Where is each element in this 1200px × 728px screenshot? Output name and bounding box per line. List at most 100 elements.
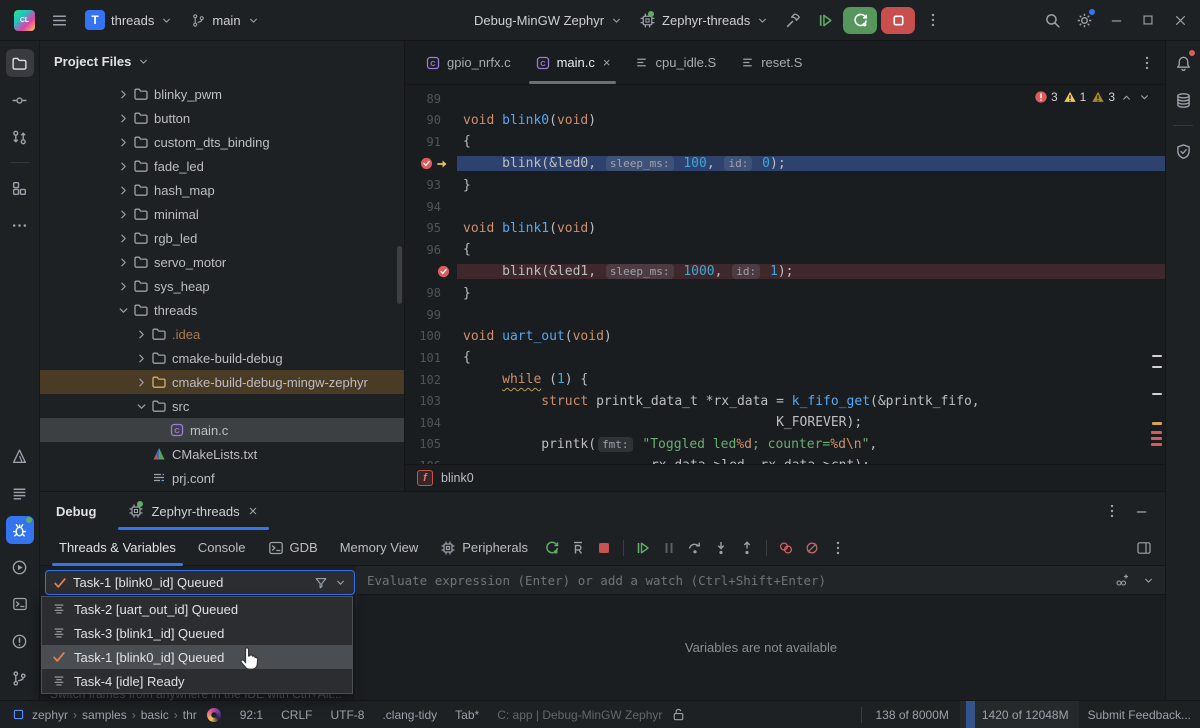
pause-icon[interactable] bbox=[656, 535, 682, 561]
status-breadcrumb-basic[interactable]: basic bbox=[141, 708, 169, 722]
project-panel-header[interactable]: Project Files bbox=[40, 41, 404, 81]
stripe-mark[interactable] bbox=[1152, 393, 1162, 395]
gutter-line-106[interactable]: 106 bbox=[405, 459, 457, 464]
editor-tab-main.c[interactable]: Cmain.c× bbox=[523, 41, 623, 84]
tree-item-sys_heap[interactable]: sys_heap bbox=[40, 274, 404, 298]
tree-item-cmake-build-debug[interactable]: cmake-build-debug bbox=[40, 346, 404, 370]
thread-option-4[interactable]: Task-4 [idle] Ready bbox=[42, 669, 352, 693]
encoding-indicator[interactable]: UTF-8 bbox=[321, 708, 373, 722]
chevron-down-icon[interactable] bbox=[1142, 574, 1155, 587]
chevron-right-icon[interactable] bbox=[114, 87, 132, 102]
tree-item-blinky_pwm[interactable]: blinky_pwm bbox=[40, 82, 404, 106]
thread-option-2[interactable]: Task-3 [blink1_id] Queued bbox=[42, 621, 352, 645]
tree-item-.idea[interactable]: .idea bbox=[40, 322, 404, 346]
gutter-line-104[interactable]: 104 bbox=[405, 416, 457, 430]
editor-tab-cpu_idle.S[interactable]: cpu_idle.S bbox=[622, 41, 728, 84]
inspections-widget[interactable]: 3 1 3 bbox=[1034, 90, 1151, 104]
line-ending-indicator[interactable]: CRLF bbox=[272, 708, 321, 722]
stripe-mark[interactable] bbox=[1151, 431, 1162, 434]
step-over-icon[interactable] bbox=[682, 535, 708, 561]
tree-item-hash_map[interactable]: hash_map bbox=[40, 178, 404, 202]
stop-button[interactable] bbox=[881, 7, 915, 34]
prev-problem-icon[interactable] bbox=[1120, 91, 1133, 104]
tree-item-rgb_led[interactable]: rgb_led bbox=[40, 226, 404, 250]
code-text-100[interactable]: void uart_out(void) bbox=[457, 329, 1165, 344]
resume-program-button[interactable] bbox=[811, 6, 839, 34]
database-icon[interactable] bbox=[1169, 86, 1197, 114]
chevron-right-icon[interactable] bbox=[132, 375, 150, 390]
version-control-icon[interactable] bbox=[6, 123, 34, 151]
project-tree-scrollbar[interactable] bbox=[397, 246, 402, 304]
code-text-98[interactable]: } bbox=[457, 286, 1165, 301]
window-minimize-button[interactable] bbox=[1102, 6, 1130, 34]
thread-option-3[interactable]: Task-1 [blink0_id] Queued bbox=[42, 645, 352, 669]
gutter-line-101[interactable]: 101 bbox=[405, 351, 457, 365]
chevron-down-icon[interactable] bbox=[114, 303, 132, 318]
problems-icon[interactable] bbox=[6, 627, 34, 655]
chevron-right-icon[interactable] bbox=[114, 135, 132, 150]
resolve-context[interactable]: C: app | Debug-MinGW Zephyr bbox=[488, 708, 671, 722]
gutter-line-95[interactable]: 95 bbox=[405, 221, 457, 235]
qodana-icon[interactable] bbox=[1169, 137, 1197, 165]
unlock-icon[interactable] bbox=[671, 707, 686, 722]
close-icon[interactable]: × bbox=[603, 55, 611, 70]
memory-indicator-heap[interactable]: 1420 of 12048M bbox=[960, 701, 1079, 728]
debug-tab-Threads & Variables[interactable]: Threads & Variables bbox=[48, 530, 187, 566]
window-close-button[interactable] bbox=[1166, 6, 1194, 34]
next-problem-icon[interactable] bbox=[1138, 91, 1151, 104]
run-icon[interactable] bbox=[6, 553, 34, 581]
debug-tab-Console[interactable]: Console bbox=[187, 530, 257, 566]
chevron-right-icon[interactable] bbox=[114, 111, 132, 126]
chevron-down-icon[interactable] bbox=[334, 576, 347, 589]
code-editor[interactable]: 8990void blink0(void)91{ blink(&led0, sl… bbox=[405, 85, 1165, 464]
code-text-101[interactable]: { bbox=[457, 350, 1165, 365]
status-breadcrumb-zephyr[interactable]: zephyr bbox=[32, 708, 68, 722]
view-breakpoints-icon[interactable] bbox=[773, 535, 799, 561]
cmake-icon[interactable] bbox=[6, 442, 34, 470]
target-selector[interactable]: Debug-MinGW Zephyr bbox=[468, 9, 629, 32]
gutter-line-92[interactable] bbox=[405, 157, 457, 171]
thread-selector-combo[interactable]: Task-1 [blink0_id] Queued bbox=[45, 570, 355, 595]
gutter-line-94[interactable]: 94 bbox=[405, 200, 457, 214]
chevron-right-icon[interactable] bbox=[114, 207, 132, 222]
chevron-right-icon[interactable] bbox=[114, 159, 132, 174]
tree-item-src[interactable]: src bbox=[40, 394, 404, 418]
resume-icon[interactable] bbox=[630, 535, 656, 561]
step-into-icon[interactable] bbox=[708, 535, 734, 561]
tree-item-button[interactable]: button bbox=[40, 106, 404, 130]
code-text-96[interactable]: { bbox=[457, 242, 1165, 257]
tree-item-servo_motor[interactable]: servo_motor bbox=[40, 250, 404, 274]
code-text-104[interactable]: K_FOREVER); bbox=[457, 415, 1165, 430]
gutter-line-99[interactable]: 99 bbox=[405, 308, 457, 322]
code-text-103[interactable]: struct printk_data_t *rx_data = k_fifo_g… bbox=[457, 394, 1165, 409]
status-breadcrumbs[interactable]: zephyr›samples›basic›thr bbox=[32, 708, 197, 722]
tree-item-fade_led[interactable]: fade_led bbox=[40, 154, 404, 178]
code-text-106[interactable]: rx_data->led, rx_data->cnt); bbox=[457, 458, 1165, 464]
project-widget[interactable]: T threads bbox=[79, 6, 179, 34]
hide-panel-icon[interactable] bbox=[1134, 504, 1149, 519]
notifications-icon[interactable] bbox=[1169, 49, 1197, 77]
code-text-97[interactable]: blink(&led1, sleep_ms: 1000, id: 1); bbox=[457, 264, 1165, 279]
stripe-mark[interactable] bbox=[1152, 366, 1162, 368]
tree-item-threads[interactable]: threads bbox=[40, 298, 404, 322]
terminal-icon[interactable] bbox=[6, 590, 34, 618]
gutter-line-98[interactable]: 98 bbox=[405, 286, 457, 300]
gutter-line-100[interactable]: 100 bbox=[405, 329, 457, 343]
code-text-91[interactable]: { bbox=[457, 134, 1165, 149]
indent-indicator[interactable]: Tab* bbox=[446, 708, 488, 722]
rerun-icon[interactable] bbox=[539, 535, 565, 561]
editor-tab-gpio_nrfx.c[interactable]: Cgpio_nrfx.c bbox=[413, 41, 523, 84]
build-button[interactable] bbox=[779, 6, 807, 34]
debug-tab-Memory View[interactable]: Memory View bbox=[329, 530, 430, 566]
memory-indicator-ide[interactable]: 138 of 8000M bbox=[866, 708, 957, 722]
restart-debug-button[interactable] bbox=[843, 7, 877, 34]
stripe-mark[interactable] bbox=[1151, 437, 1162, 440]
code-text-95[interactable]: void blink1(void) bbox=[457, 221, 1165, 236]
tree-item-cmake-build-debug-mingw-zephyr[interactable]: cmake-build-debug-mingw-zephyr bbox=[40, 370, 404, 394]
stripe-mark[interactable] bbox=[1151, 443, 1162, 446]
thread-option-1[interactable]: Task-2 [uart_out_id] Queued bbox=[42, 597, 352, 621]
gutter-line-105[interactable]: 105 bbox=[405, 437, 457, 451]
reset-icon[interactable] bbox=[565, 535, 591, 561]
more-run-actions-button[interactable] bbox=[919, 6, 947, 34]
mute-breakpoints-icon[interactable] bbox=[799, 535, 825, 561]
